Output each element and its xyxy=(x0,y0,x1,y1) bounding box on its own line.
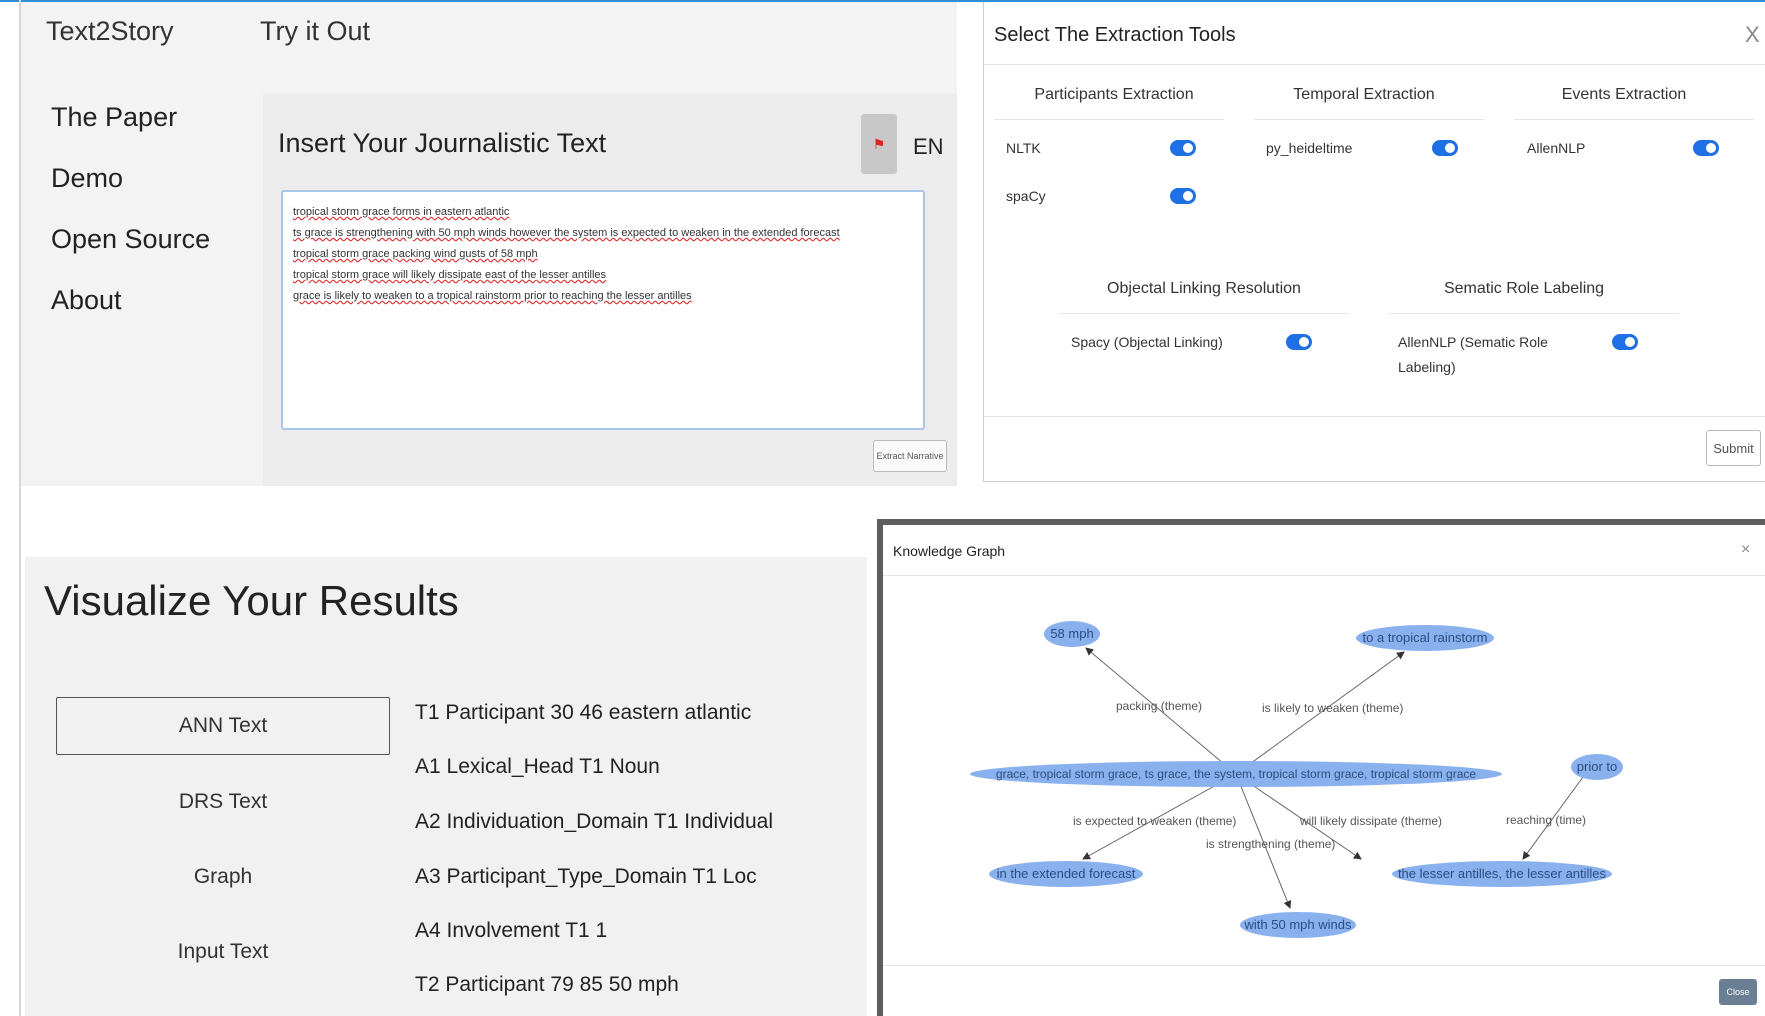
toggle-spacy[interactable] xyxy=(1170,188,1196,204)
results-heading: Visualize Your Results xyxy=(44,577,459,624)
extraction-tools-modal: Select The Extraction Tools X Participan… xyxy=(983,2,1765,482)
graph-node[interactable]: grace, tropical storm grace, ts grace, t… xyxy=(970,761,1502,787)
tab-input-text[interactable]: Input Text xyxy=(56,923,390,981)
ann-line: A3 Participant_Type_Domain T1 Loc xyxy=(415,865,757,888)
divider xyxy=(984,64,1765,65)
events-heading: Events Extraction xyxy=(1561,86,1687,103)
option-allennlp-srl-line2: Labeling) xyxy=(1398,359,1456,375)
divider xyxy=(994,119,1224,120)
temporal-heading: Temporal Extraction xyxy=(1293,86,1435,103)
text-line: grace is likely to weaken to a tropical … xyxy=(293,290,692,302)
ann-line: T1 Participant 30 46 eastern atlantic xyxy=(415,701,752,724)
divider xyxy=(883,965,1765,966)
modal-title: Select The Extraction Tools xyxy=(994,24,1236,46)
node-label: to a tropical rainstorm xyxy=(1363,630,1488,645)
node-label: prior to xyxy=(1577,759,1617,774)
graph-node[interactable]: with 50 mph winds xyxy=(1240,912,1356,938)
ann-line: T2 Participant 79 85 50 mph xyxy=(415,973,679,996)
option-spacy: spaCy xyxy=(1006,188,1046,204)
option-spacy-objectal: Spacy (Objectal Linking) xyxy=(1071,334,1223,350)
ann-line: A1 Lexical_Head T1 Noun xyxy=(415,755,660,778)
extract-narrative-button[interactable]: Extract Narrative xyxy=(873,440,947,472)
tab-ann-text[interactable]: ANN Text xyxy=(56,697,390,755)
tab-drs-text[interactable]: DRS Text xyxy=(56,773,390,831)
toggle-spacy-objectal[interactable] xyxy=(1286,334,1312,350)
participants-heading: Participants Extraction xyxy=(1034,86,1194,103)
text-line: ts grace is strengthening with 50 mph wi… xyxy=(293,227,840,239)
toggle-allennlp-srl[interactable] xyxy=(1612,334,1638,350)
text2story-landing: Text2Story Try it Out The Paper Demo Ope… xyxy=(21,2,957,486)
graph-node[interactable]: the lesser antilles, the lesser antilles xyxy=(1392,861,1612,887)
divider xyxy=(1059,313,1349,314)
option-heideltime: py_heideltime xyxy=(1266,140,1353,156)
close-icon[interactable]: X xyxy=(1745,22,1760,48)
submit-button[interactable]: Submit xyxy=(1706,430,1761,466)
ann-line: A4 Involvement T1 1 xyxy=(415,919,608,942)
visualize-results-panel: Visualize Your Results ANN Text DRS Text… xyxy=(25,557,867,1016)
text-line: tropical storm grace will likely dissipa… xyxy=(293,269,607,281)
knowledge-graph-modal: Knowledge Graph × packing (theme) is lik… xyxy=(877,519,1765,1016)
text-line: tropical storm grace forms in eastern at… xyxy=(293,206,510,218)
language-label: EN xyxy=(913,134,944,159)
tab-graph[interactable]: Graph xyxy=(56,848,390,906)
semantic-heading: Sematic Role Labeling xyxy=(1443,280,1605,297)
divider xyxy=(1254,119,1484,120)
option-allennlp-srl: AllenNLP (Sematic Role xyxy=(1398,334,1548,350)
nav-item-the-paper[interactable]: The Paper xyxy=(51,102,210,163)
divider xyxy=(1514,119,1754,120)
node-label: the lesser antilles, the lesser antilles xyxy=(1398,866,1607,881)
language-button[interactable]: ⚑ xyxy=(861,114,897,174)
brand-logo[interactable]: Text2Story xyxy=(46,16,174,47)
option-allennlp-events: AllenNLP xyxy=(1527,140,1586,156)
journalistic-text-input[interactable]: tropical storm grace forms in eastern at… xyxy=(281,190,925,430)
sidebar-nav: The Paper Demo Open Source About xyxy=(51,102,210,346)
knowledge-graph-canvas[interactable]: packing (theme) is likely to weaken (the… xyxy=(883,525,1765,965)
edge-label: packing (theme) xyxy=(1116,699,1202,713)
graph-node[interactable]: 58 mph xyxy=(1044,621,1100,647)
graph-modal-body: Knowledge Graph × packing (theme) is lik… xyxy=(883,525,1765,1016)
ann-line: A2 Individuation_Domain T1 Individual xyxy=(415,810,774,833)
node-label: with 50 mph winds xyxy=(1244,917,1352,932)
toggle-allennlp-events[interactable] xyxy=(1693,140,1719,156)
close-button[interactable]: Close xyxy=(1719,979,1757,1005)
divider xyxy=(984,416,1765,417)
node-label: in the extended forecast xyxy=(997,866,1136,881)
edge-label: is expected to weaken (theme) xyxy=(1073,814,1236,828)
divider xyxy=(1389,313,1679,314)
nav-item-demo[interactable]: Demo xyxy=(51,163,210,224)
editor-title: Insert Your Journalistic Text xyxy=(278,128,607,158)
node-label: grace, tropical storm grace, ts grace, t… xyxy=(996,767,1476,781)
objectal-heading: Objectal Linking Resolution xyxy=(1107,280,1301,297)
node-label: 58 mph xyxy=(1050,626,1093,641)
graph-node[interactable]: in the extended forecast xyxy=(989,861,1143,887)
flag-icon: ⚑ xyxy=(872,135,886,152)
option-nltk: NLTK xyxy=(1006,140,1041,156)
toggle-heideltime[interactable] xyxy=(1432,140,1458,156)
try-it-out-link[interactable]: Try it Out xyxy=(260,16,370,47)
nav-item-open-source[interactable]: Open Source xyxy=(51,224,210,285)
graph-node[interactable]: prior to xyxy=(1571,754,1623,780)
text-editor-card: Insert Your Journalistic Text ⚑ EN tropi… xyxy=(263,94,957,486)
graph-node[interactable]: to a tropical rainstorm xyxy=(1356,625,1494,651)
nav-item-about[interactable]: About xyxy=(51,285,210,346)
edge-label: is likely to weaken (theme) xyxy=(1262,701,1403,715)
edge-label: is strengthening (theme) xyxy=(1206,837,1335,851)
text-line: tropical storm grace packing wind gusts … xyxy=(293,248,538,260)
edge-label: will likely dissipate (theme) xyxy=(1299,814,1442,828)
edge-label: reaching (time) xyxy=(1506,813,1586,827)
toggle-nltk[interactable] xyxy=(1170,140,1196,156)
